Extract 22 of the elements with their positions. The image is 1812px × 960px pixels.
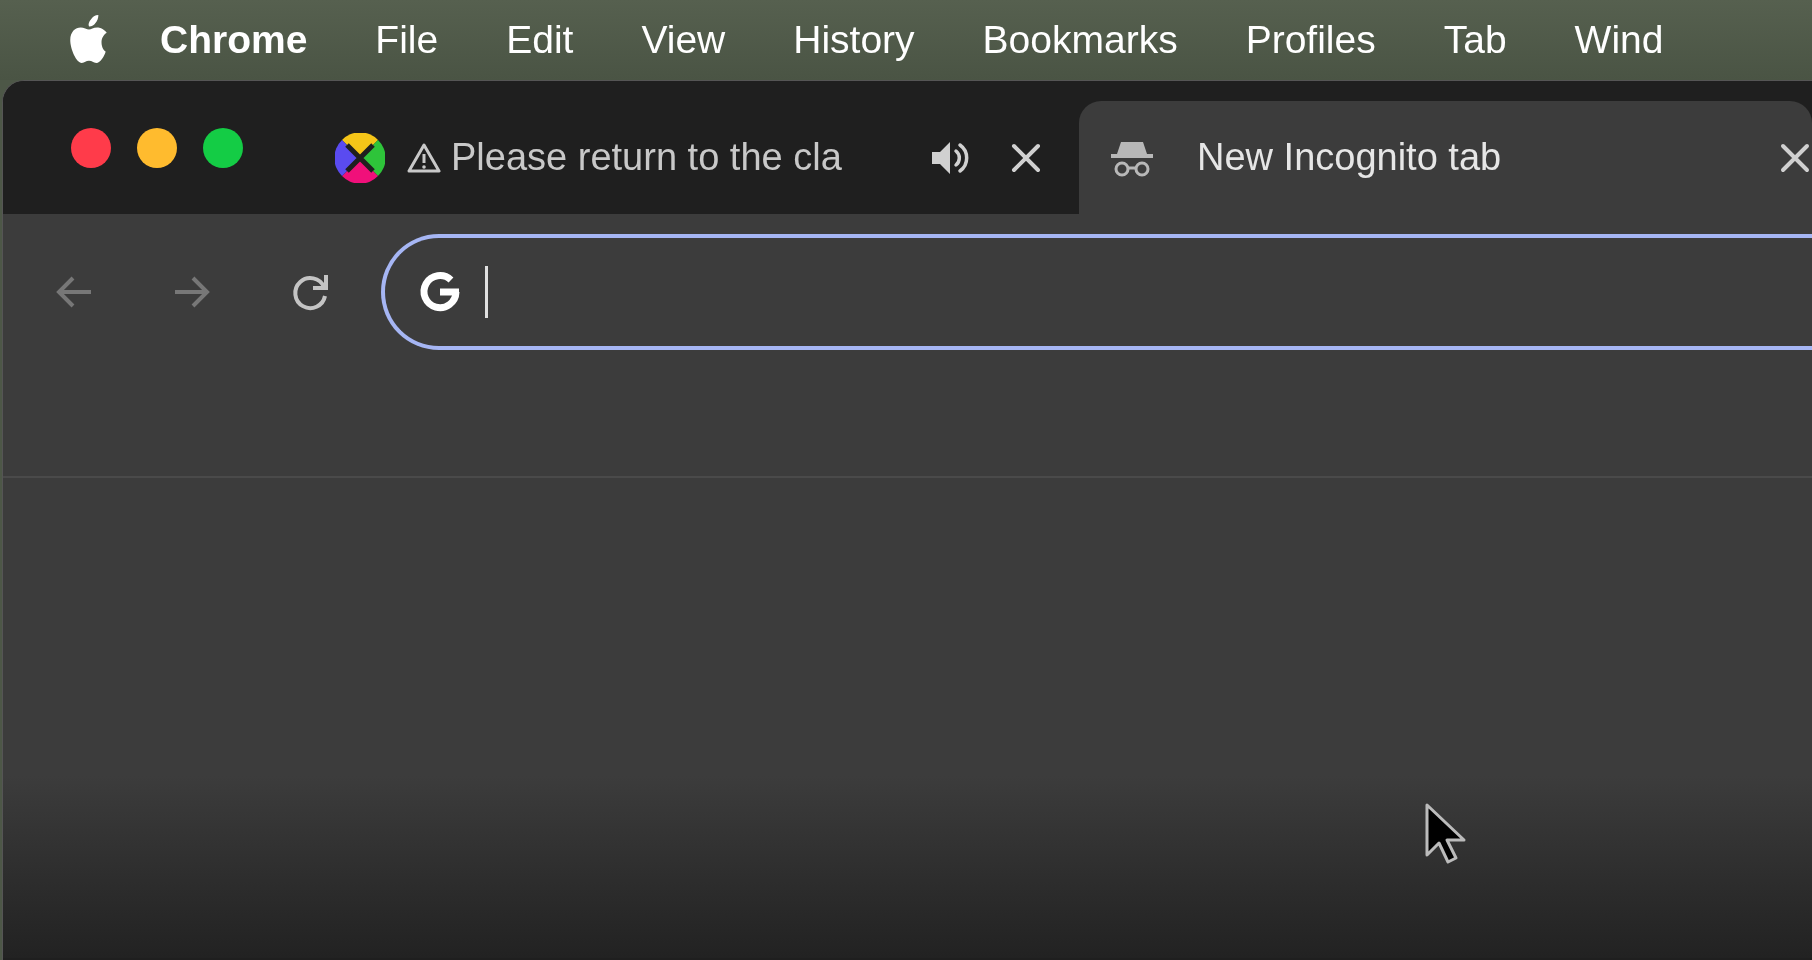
minimize-button[interactable]	[137, 127, 177, 168]
text-cursor	[485, 266, 488, 318]
menu-item[interactable]: History	[793, 18, 915, 62]
close-icon[interactable]	[1780, 142, 1810, 173]
app-menu[interactable]: Chrome	[160, 18, 308, 62]
tab-title: New Incognito tab	[1197, 136, 1502, 179]
menu-item[interactable]: File	[375, 18, 439, 62]
menu-item[interactable]: Tab	[1443, 18, 1507, 62]
site-favicon-icon	[335, 132, 385, 183]
menu-item[interactable]: Wind	[1574, 18, 1664, 62]
menu-item[interactable]: Bookmarks	[982, 18, 1178, 62]
browser-tab[interactable]: Please return to the cla	[313, 101, 1063, 214]
tab-title: Please return to the cla	[451, 136, 842, 179]
browser-tab[interactable]: New Incognito tab	[1079, 101, 1812, 214]
menu-item[interactable]: Profiles	[1245, 18, 1376, 62]
zoom-button[interactable]	[203, 127, 243, 168]
mouse-pointer-icon	[1424, 802, 1466, 864]
menu-item[interactable]: Edit	[506, 18, 574, 62]
menu-item[interactable]: View	[641, 18, 726, 62]
close-icon[interactable]	[1011, 142, 1041, 173]
address-field[interactable]	[381, 234, 1812, 350]
close-button[interactable]	[71, 127, 111, 168]
